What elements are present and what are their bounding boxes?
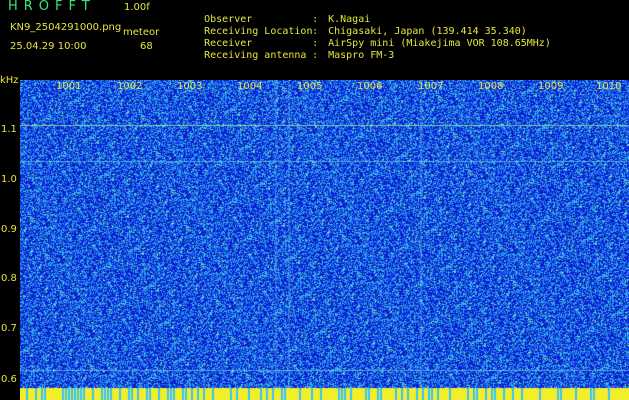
x-tick-label: 1006 bbox=[357, 81, 383, 92]
filename-label: KN9_2504291000.png bbox=[10, 22, 122, 33]
y-tick-label: 0.6 bbox=[1, 374, 17, 385]
x-tick-label: 1010 bbox=[596, 81, 622, 92]
x-tick-label: 1008 bbox=[478, 81, 504, 92]
antenna-row: Receiving antenna: Maspro FM-3 bbox=[180, 39, 394, 72]
spectrogram-panel bbox=[20, 80, 629, 400]
y-axis-unit: kHz bbox=[0, 75, 19, 86]
antenna-value: Maspro FM-3 bbox=[328, 50, 395, 61]
y-tick-label: 0.7 bbox=[1, 323, 17, 334]
x-tick-label: 1007 bbox=[418, 81, 444, 92]
app-title: HROFFT bbox=[8, 0, 96, 14]
x-tick-label: 1005 bbox=[297, 81, 323, 92]
y-tick-label: 0.9 bbox=[1, 224, 17, 235]
y-tick-label: 1.0 bbox=[1, 174, 17, 185]
x-tick-label: 1001 bbox=[56, 81, 82, 92]
x-tick-label: 1003 bbox=[177, 81, 203, 92]
antenna-key: Receiving antenna bbox=[204, 50, 307, 61]
datetime-label: 25.04.29 10:00 bbox=[10, 41, 87, 52]
x-tick-label: 1004 bbox=[237, 81, 263, 92]
separator: : bbox=[312, 50, 319, 61]
meteor-label: meteor bbox=[123, 27, 160, 38]
spectrogram-canvas bbox=[20, 80, 629, 400]
x-tick-label: 1009 bbox=[538, 81, 564, 92]
x-tick-label: 1002 bbox=[117, 81, 143, 92]
meteor-count: 68 bbox=[140, 41, 153, 52]
version-label: 1.00f bbox=[124, 2, 150, 13]
y-tick-label: 1.1 bbox=[1, 124, 17, 135]
y-tick-label: 0.8 bbox=[1, 273, 17, 284]
